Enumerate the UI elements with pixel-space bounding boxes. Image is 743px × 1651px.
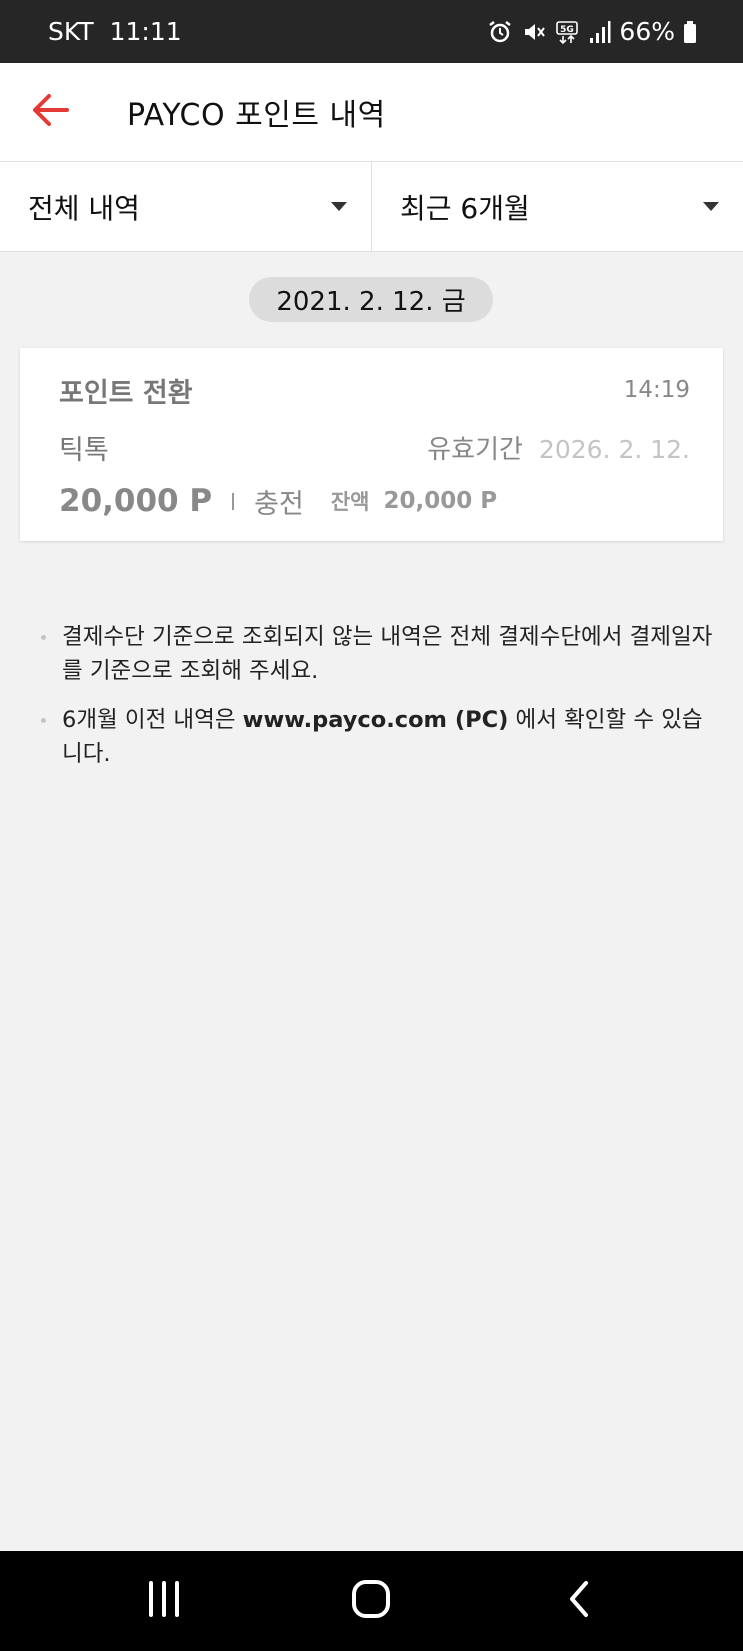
date-chip: 2021. 2. 12. 금 bbox=[249, 277, 493, 322]
system-nav-bar bbox=[0, 1551, 743, 1651]
caret-down-icon bbox=[703, 202, 719, 211]
type-filter-label: 전체 내역 bbox=[28, 191, 140, 225]
card-row-merchant: 틱톡 유효기간 2026. 2. 12. bbox=[59, 427, 690, 467]
type-filter-dropdown[interactable]: 전체 내역 bbox=[0, 162, 371, 251]
history-item-card[interactable]: 포인트 전환 14:19 틱톡 유효기간 2026. 2. 12. 20,000… bbox=[20, 348, 723, 541]
mute-icon bbox=[521, 19, 547, 45]
expiry-date: 2026. 2. 12. bbox=[538, 434, 690, 464]
battery-label: 66% bbox=[619, 17, 675, 46]
period-filter-label: 최근 6개월 bbox=[400, 191, 530, 225]
balance-label: 잔액 bbox=[330, 490, 370, 514]
home-icon bbox=[350, 1578, 392, 1624]
card-row-type: 포인트 전환 14:19 bbox=[59, 370, 690, 410]
app-header: PAYCO 포인트 내역 bbox=[0, 63, 743, 162]
status-right: 5G 66% bbox=[487, 17, 697, 46]
status-bar: SKT 11:11 5G 66% bbox=[0, 0, 743, 63]
bullet-icon bbox=[41, 718, 46, 723]
arrow-left-icon bbox=[31, 93, 69, 131]
divider bbox=[232, 492, 235, 510]
transaction-type: 포인트 전환 bbox=[59, 377, 193, 409]
caret-down-icon bbox=[331, 202, 347, 211]
signal-icon bbox=[589, 20, 611, 44]
clock: 11:11 bbox=[109, 17, 182, 46]
transaction-kind: 충전 bbox=[254, 488, 304, 520]
balance-value: 20,000 P bbox=[383, 488, 498, 514]
bullet-icon bbox=[41, 635, 46, 640]
period-filter-dropdown[interactable]: 최근 6개월 bbox=[371, 162, 743, 251]
card-row-amount: 20,000 P 충전 잔액 20,000 P bbox=[59, 480, 690, 522]
notice-item: 6개월 이전 내역은 www.payco.com (PC) 에서 확인할 수 있… bbox=[38, 703, 718, 771]
point-amount: 20,000 P bbox=[59, 483, 213, 519]
notice-list: 결제수단 기준으로 조회되지 않는 내역은 전체 결제수단에서 결제일자를 기준… bbox=[38, 620, 718, 786]
recents-button[interactable] bbox=[104, 1561, 224, 1641]
back-icon bbox=[564, 1579, 594, 1623]
expiry-label: 유효기간 bbox=[427, 434, 523, 465]
merchant-name: 틱톡 bbox=[59, 434, 109, 466]
recents-icon bbox=[144, 1579, 184, 1623]
payco-website-text: www.payco.com (PC) bbox=[242, 707, 509, 733]
carrier-label: SKT bbox=[48, 17, 94, 46]
alarm-icon bbox=[487, 19, 513, 45]
notice-item: 결제수단 기준으로 조회되지 않는 내역은 전체 결제수단에서 결제일자를 기준… bbox=[38, 620, 718, 688]
page-title: PAYCO 포인트 내역 bbox=[127, 98, 386, 133]
home-button[interactable] bbox=[311, 1561, 431, 1641]
battery-icon bbox=[683, 20, 697, 44]
expiry-info: 유효기간 2026. 2. 12. bbox=[427, 429, 690, 466]
nav-back-button[interactable] bbox=[519, 1561, 639, 1641]
notice-text-pre: 6개월 이전 내역은 bbox=[62, 707, 243, 733]
filter-bar: 전체 내역 최근 6개월 bbox=[0, 162, 743, 252]
back-button[interactable] bbox=[0, 63, 100, 162]
5g-icon: 5G bbox=[555, 19, 581, 45]
notice-text: 결제수단 기준으로 조회되지 않는 내역은 전체 결제수단에서 결제일자를 기준… bbox=[62, 624, 713, 684]
status-left: SKT 11:11 bbox=[48, 17, 182, 46]
transaction-time: 14:19 bbox=[623, 377, 690, 403]
5g-label: 5G bbox=[561, 25, 575, 35]
